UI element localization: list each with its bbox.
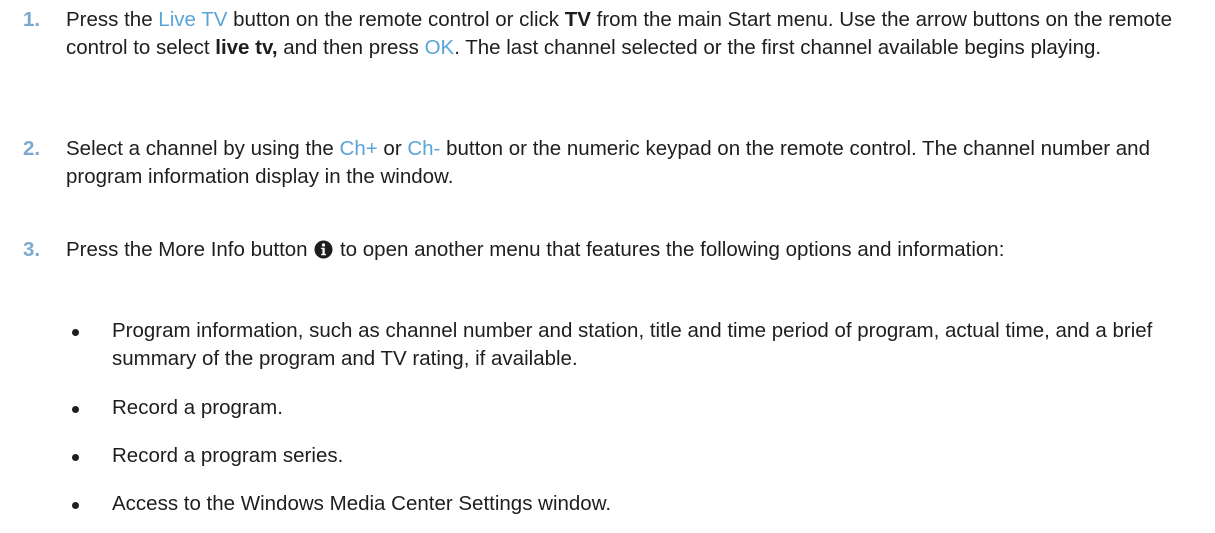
text-run: button on the remote control or click	[227, 8, 565, 31]
bullet-dot	[72, 406, 79, 413]
info-icon	[314, 240, 333, 259]
live-tv-button-ref: Live TV	[158, 8, 228, 31]
text-run: Press the	[66, 8, 159, 31]
live-tv-option-ref: live tv,	[215, 36, 278, 59]
ch-plus-button-ref: Ch+	[339, 137, 378, 160]
step-number: 3.	[23, 238, 41, 261]
text-run: Press the More Info button	[66, 238, 314, 261]
step-text: Select a channel by using the Ch+ or Ch-…	[66, 135, 1206, 191]
step-text: Press the More Info button to open anoth…	[66, 236, 1206, 264]
bullet-dot	[72, 329, 79, 336]
ch-minus-button-ref: Ch-	[407, 137, 441, 160]
text-run: or	[377, 137, 408, 160]
text-run: . The last channel selected or the first…	[454, 36, 1102, 59]
bullet-dot	[72, 502, 79, 509]
bullet-dot	[72, 454, 79, 461]
step-number: 1.	[23, 8, 41, 31]
tv-menu-ref: TV	[564, 8, 591, 31]
ok-button-ref: OK	[424, 36, 455, 59]
bullet-text: Record a program.	[112, 396, 283, 419]
text-run: Select a channel by using the	[66, 137, 340, 160]
text-run: to open another menu that features the f…	[334, 238, 1005, 261]
bullet-text: Program information, such as channel num…	[112, 319, 1153, 370]
text-run: and then press	[277, 36, 425, 59]
step-number: 2.	[23, 137, 41, 160]
bullet-text: Access to the Windows Media Center Setti…	[112, 492, 612, 515]
step-text: Press the Live TV button on the remote c…	[66, 6, 1206, 62]
bullet-text: Record a program series.	[112, 444, 344, 467]
